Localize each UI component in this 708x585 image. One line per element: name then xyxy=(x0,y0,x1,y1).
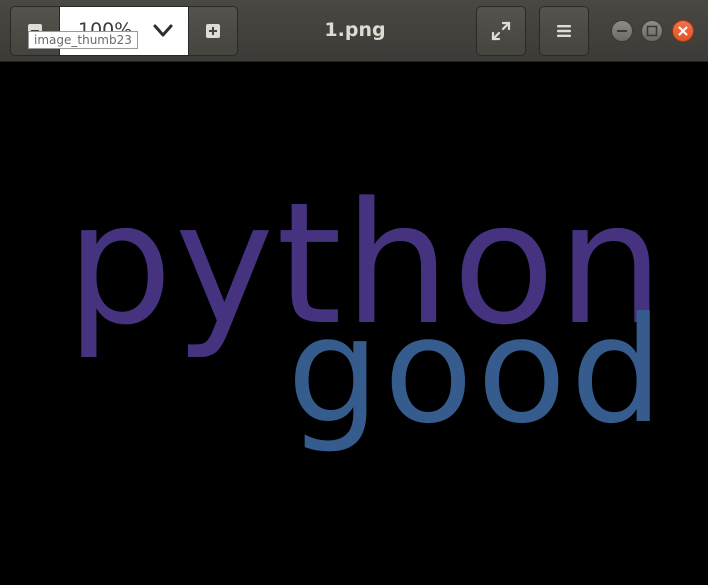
minimize-button[interactable] xyxy=(611,20,633,42)
chevron-down-icon[interactable] xyxy=(152,21,174,41)
zoom-in-icon xyxy=(206,24,220,38)
tooltip: image_thumb23 xyxy=(28,31,138,49)
image-canvas: python good xyxy=(0,62,708,585)
fullscreen-button[interactable] xyxy=(476,6,526,56)
zoom-in-button[interactable] xyxy=(188,6,238,56)
close-button[interactable] xyxy=(672,20,694,42)
menu-button[interactable] xyxy=(539,6,589,56)
maximize-icon xyxy=(646,25,658,37)
header-bar: 100% image_thumb23 1.png xyxy=(0,0,708,62)
maximize-button[interactable] xyxy=(641,20,663,42)
hamburger-menu-icon xyxy=(557,25,571,37)
minimize-icon xyxy=(617,30,627,32)
image-viewer-window: 100% image_thumb23 1.png python good xyxy=(0,0,708,585)
close-icon xyxy=(678,26,688,36)
wordcloud-word-good: good xyxy=(287,286,668,456)
fullscreen-icon xyxy=(491,21,511,41)
window-title: 1.png xyxy=(324,19,386,41)
